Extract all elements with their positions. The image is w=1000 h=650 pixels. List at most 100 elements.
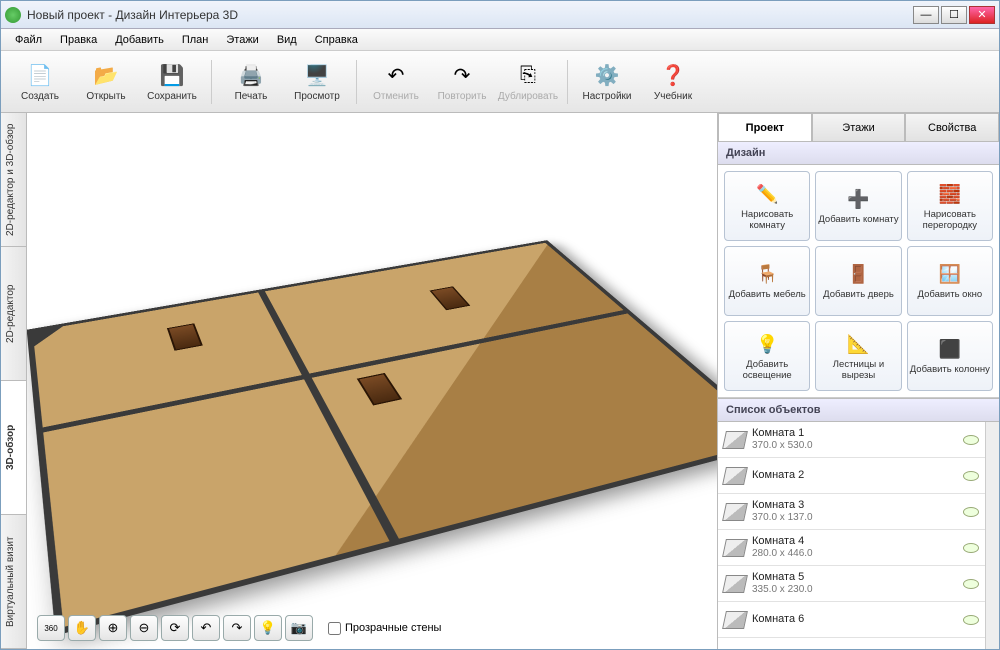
maximize-button[interactable]: ☐ <box>941 6 967 24</box>
save-label: Сохранить <box>147 91 197 102</box>
add-light-button[interactable]: 💡Добавить освещение <box>724 321 810 391</box>
open-button[interactable]: 📂 Открыть <box>75 55 137 109</box>
draw-room-icon: ✏️ <box>754 181 780 207</box>
tutorial-icon: ❓ <box>659 61 687 89</box>
close-button[interactable]: ✕ <box>969 6 995 24</box>
object-name: Комната 3 <box>752 499 957 512</box>
add-door-button[interactable]: 🚪 Добавить дверь <box>815 246 901 316</box>
visibility-toggle-icon[interactable] <box>963 579 979 589</box>
3d-viewport[interactable]: 360✋⊕⊖⟳↶↷💡📷 Прозрачные стены <box>27 113 717 649</box>
settings-label: Настройки <box>582 91 631 102</box>
menu-правка[interactable]: Правка <box>52 32 105 48</box>
view-zoom-out-button[interactable]: ⊖ <box>130 615 158 641</box>
tutorial-label: Учебник <box>654 91 692 102</box>
visibility-toggle-icon[interactable] <box>963 435 979 445</box>
preview-label: Просмотр <box>294 91 340 102</box>
door-model[interactable] <box>357 373 402 406</box>
room-icon <box>722 467 748 485</box>
3d-scene[interactable] <box>52 161 692 601</box>
print-icon: 🖨️ <box>237 61 265 89</box>
menu-файл[interactable]: Файл <box>7 32 50 48</box>
save-button[interactable]: 💾Сохранить <box>141 55 203 109</box>
view-zoom-in-button[interactable]: ⊕ <box>99 615 127 641</box>
add-column-button[interactable]: ⬛Добавить колонну <box>907 321 993 391</box>
minimize-button[interactable]: — <box>913 6 939 24</box>
room-icon <box>722 539 748 557</box>
add-column-icon: ⬛ <box>937 336 963 362</box>
add-furniture-button[interactable]: 🪑Добавить мебель <box>724 246 810 316</box>
object-row[interactable]: Комната 1370.0 x 530.0 <box>718 422 985 458</box>
preview-button[interactable]: 🖥️ Просмотр <box>286 55 348 109</box>
open-icon: 📂 <box>92 61 120 89</box>
draw-room-button[interactable]: ✏️Нарисовать комнату <box>724 171 810 241</box>
panel-tab-props[interactable]: Свойства <box>905 113 999 141</box>
add-furniture-label: Добавить мебель <box>729 290 806 300</box>
print-button[interactable]: 🖨️ Печать <box>220 55 282 109</box>
menu-вид[interactable]: Вид <box>269 32 305 48</box>
view-orbit-button[interactable]: ⟳ <box>161 615 189 641</box>
window-buttons: — ☐ ✕ <box>913 6 995 24</box>
transparent-walls-checkbox[interactable]: Прозрачные стены <box>328 622 441 635</box>
object-list[interactable]: Комната 1370.0 x 530.0 Комната 2 Комната 3… <box>718 422 985 649</box>
add-window-button[interactable]: 🪟Добавить окно <box>907 246 993 316</box>
view-tab-2d3d[interactable]: 2D-редактор и 3D-обзор <box>1 113 26 247</box>
view-tab-2d[interactable]: 2D-редактор <box>1 247 26 381</box>
main-toolbar: 📄Создать 📂 Открыть 💾Сохранить 🖨️ Печать 🖥️ Прос… <box>1 51 999 113</box>
preview-icon: 🖥️ <box>303 61 331 89</box>
door-model[interactable] <box>167 323 203 350</box>
panel-tab-floors[interactable]: Этажи <box>812 113 906 141</box>
settings-button[interactable]: ⚙️ Настройки <box>576 55 638 109</box>
stairs-button[interactable]: 📐Лестницы и вырезы <box>815 321 901 391</box>
object-dimensions: 370.0 x 137.0 <box>752 512 957 524</box>
redo-button: ↷Повторить <box>431 55 493 109</box>
toolbar-separator <box>356 60 357 104</box>
left-view-tabs: Виртуальный визит3D-обзор2D-редактор2D-р… <box>1 113 27 649</box>
visibility-toggle-icon[interactable] <box>963 543 979 553</box>
menu-справка[interactable]: Справка <box>307 32 366 48</box>
tutorial-button[interactable]: ❓ Учебник <box>642 55 704 109</box>
object-row[interactable]: Комната 2 <box>718 458 985 494</box>
object-name: Комната 6 <box>752 613 957 626</box>
view-tab-virtual[interactable]: Виртуальный визит <box>1 515 26 649</box>
scrollbar[interactable] <box>985 422 999 649</box>
settings-icon: ⚙️ <box>593 61 621 89</box>
view-360-button[interactable]: 360 <box>37 615 65 641</box>
room-icon <box>722 611 748 629</box>
view-pan-button[interactable]: ✋ <box>68 615 96 641</box>
stairs-label: Лестницы и вырезы <box>816 360 900 381</box>
draw-partition-label: Нарисовать перегородку <box>908 210 992 231</box>
menu-этажи[interactable]: Этажи <box>218 32 266 48</box>
undo-label: Отменить <box>373 91 419 102</box>
visibility-toggle-icon[interactable] <box>963 507 979 517</box>
object-row[interactable]: Комната 3370.0 x 137.0 <box>718 494 985 530</box>
visibility-toggle-icon[interactable] <box>963 615 979 625</box>
object-row[interactable]: Комната 5335.0 x 230.0 <box>718 566 985 602</box>
panel-tab-project[interactable]: Проект <box>718 113 812 141</box>
objects-section-header: Список объектов <box>718 398 999 422</box>
new-button[interactable]: 📄Создать <box>9 55 71 109</box>
door-model[interactable] <box>429 286 470 310</box>
visibility-toggle-icon[interactable] <box>963 471 979 481</box>
open-label: Открыть <box>86 91 125 102</box>
menu-план[interactable]: План <box>174 32 217 48</box>
transparent-walls-label: Прозрачные стены <box>345 622 441 634</box>
add-door-label: Добавить дверь <box>823 290 894 300</box>
view-camera-button[interactable]: 📷 <box>285 615 313 641</box>
add-window-icon: 🪟 <box>937 261 963 287</box>
object-name: Комната 2 <box>752 469 957 482</box>
view-light-button[interactable]: 💡 <box>254 615 282 641</box>
print-label: Печать <box>235 91 268 102</box>
view-tab-3d[interactable]: 3D-обзор <box>1 381 26 515</box>
add-door-icon: 🚪 <box>845 261 871 287</box>
transparent-walls-input[interactable] <box>328 622 341 635</box>
menu-добавить[interactable]: Добавить <box>107 32 172 48</box>
draw-partition-button[interactable]: 🧱Нарисовать перегородку <box>907 171 993 241</box>
object-row[interactable]: Комната 6 <box>718 602 985 638</box>
object-row[interactable]: Комната 4280.0 x 446.0 <box>718 530 985 566</box>
window-title: Новый проект - Дизайн Интерьера 3D <box>27 8 913 22</box>
view-rot-left-button[interactable]: ↶ <box>192 615 220 641</box>
floor-plan-3d[interactable] <box>27 240 717 635</box>
add-room-button[interactable]: ➕Добавить комнату <box>815 171 901 241</box>
view-rot-right-button[interactable]: ↷ <box>223 615 251 641</box>
design-button-grid: ✏️Нарисовать комнату➕Добавить комнату🧱На… <box>718 165 999 398</box>
